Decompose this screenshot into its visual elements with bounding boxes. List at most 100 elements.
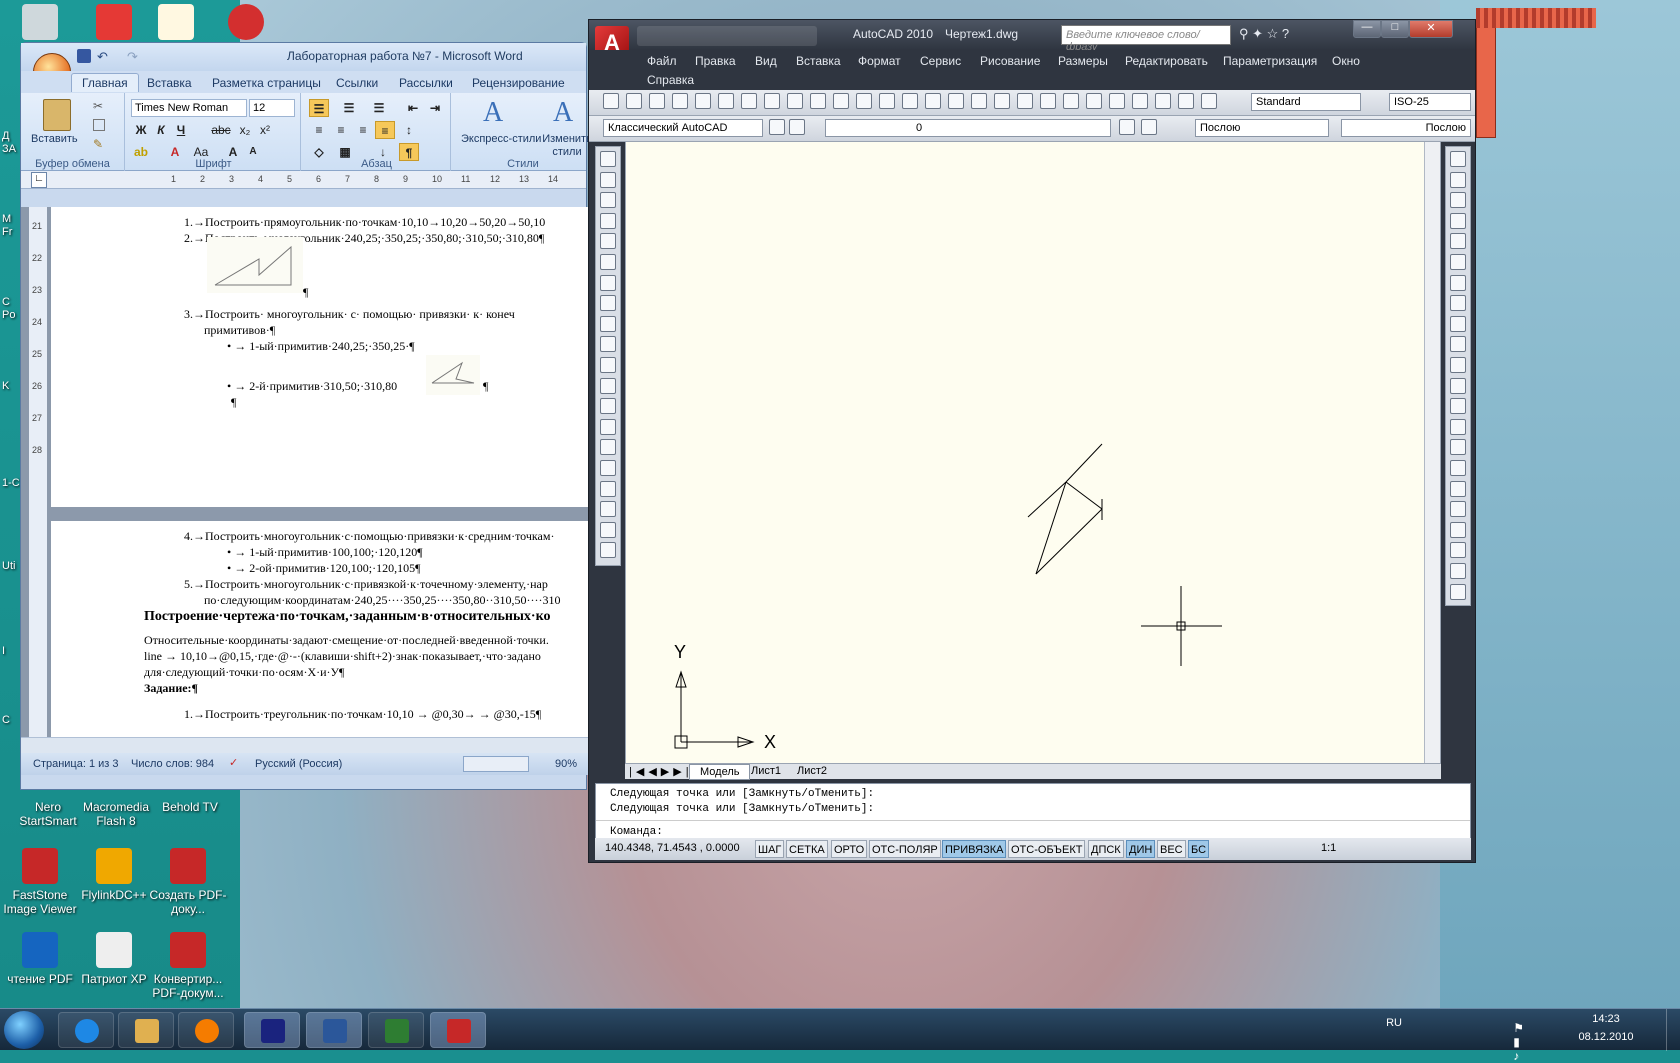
menu-view[interactable]: Вид (755, 54, 777, 68)
status-toggle-button[interactable]: БС (1188, 840, 1210, 858)
font-name-select[interactable]: Times New Roman (131, 99, 247, 117)
modify-tool-icon[interactable] (1450, 212, 1466, 229)
tab-page-layout[interactable]: Разметка страницы (212, 76, 321, 90)
modify-tool-icon[interactable] (1450, 501, 1466, 518)
standard-tool-icon[interactable] (787, 93, 803, 109)
modify-tool-icon[interactable] (1450, 171, 1466, 188)
search-input[interactable]: Введите ключевое слово/фразу (1061, 25, 1231, 53)
taskbar-save[interactable] (244, 1012, 300, 1048)
subscript-button[interactable]: x₂ (235, 121, 255, 139)
standard-tool-icon[interactable] (1017, 93, 1033, 109)
view-buttons[interactable] (463, 756, 529, 772)
standard-tool-icon[interactable] (994, 93, 1010, 109)
change-styles-icon[interactable]: A (553, 97, 573, 129)
tab-selector-icon[interactable]: ∟ (31, 172, 47, 188)
status-toggle-button[interactable]: ОТС-ПОЛЯР (869, 840, 941, 858)
status-toggle-button[interactable]: ОТС-ОБЪЕКТ (1008, 840, 1086, 858)
menu-tools[interactable]: Сервис (920, 54, 961, 68)
modify-tool-icon[interactable] (1450, 336, 1466, 353)
layer-select[interactable]: 0 (825, 119, 1111, 137)
bold-button[interactable]: Ж (131, 121, 151, 139)
make-current-layer-icon[interactable] (1119, 119, 1135, 135)
status-toggle-button[interactable]: ОРТО (831, 840, 868, 858)
standard-tool-icon[interactable] (971, 93, 987, 109)
desktop-icon-flylink[interactable]: FlylinkDC++ (74, 848, 154, 902)
desktop-icon-create-pdf[interactable]: Создать PDF-доку... (148, 848, 228, 916)
modify-tool-icon[interactable] (1450, 233, 1466, 250)
draw-tool-icon[interactable] (600, 151, 616, 167)
standard-tool-icon[interactable] (1086, 93, 1102, 109)
status-toggle-button[interactable]: ДИН (1126, 840, 1156, 858)
font-size-select[interactable]: 12 (249, 99, 295, 117)
standard-tool-icon[interactable] (1132, 93, 1148, 109)
layer-previous-icon[interactable] (1141, 119, 1157, 135)
draw-tool-icon[interactable] (600, 212, 616, 229)
standard-tool-icon[interactable] (948, 93, 964, 109)
menu-window[interactable]: Окно (1332, 54, 1360, 68)
drawn-line[interactable] (1065, 481, 1103, 510)
modify-tool-icon[interactable] (1450, 583, 1466, 600)
document-area[interactable]: 21 22 23 24 25 26 27 28 1.→Построить·прямоуголь… (21, 207, 588, 737)
modify-tool-icon[interactable] (1450, 542, 1466, 559)
language-indicator[interactable]: RU (1386, 1017, 1402, 1029)
status-toggle-button[interactable]: ВЕС (1157, 840, 1186, 858)
modify-tool-icon[interactable] (1450, 563, 1466, 579)
draw-tool-icon[interactable] (600, 295, 616, 312)
modify-tool-icon[interactable] (1450, 192, 1466, 209)
drawn-line[interactable] (1065, 443, 1103, 483)
draw-tool-icon[interactable] (600, 418, 616, 435)
draw-tool-icon[interactable] (600, 542, 616, 559)
redo-icon[interactable]: ↷ (127, 49, 138, 65)
desktop-icon-pdf-converter[interactable]: Конвертир... PDF-докум... (148, 932, 228, 1000)
justify-icon[interactable]: ≡ (375, 121, 395, 139)
modify-tool-icon[interactable] (1450, 377, 1466, 394)
annotation-scale[interactable]: 1:1 (1321, 842, 1336, 854)
copy-icon[interactable] (93, 119, 105, 131)
tab-layout1[interactable]: Лист1 (745, 765, 787, 777)
tab-insert[interactable]: Вставка (147, 76, 192, 90)
superscript-button[interactable]: x² (255, 121, 275, 139)
modify-tool-icon[interactable] (1450, 439, 1466, 456)
command-prompt[interactable]: Команда: (610, 826, 663, 838)
draw-tool-icon[interactable] (600, 480, 616, 497)
show-desktop-button[interactable] (1666, 1009, 1680, 1051)
multilevel-list-icon[interactable]: ☰ (369, 99, 389, 117)
language[interactable]: Русский (Россия) (255, 758, 342, 770)
menu-help[interactable]: Справка (647, 73, 694, 87)
draw-tool-icon[interactable] (600, 460, 616, 476)
text-style-select[interactable]: Standard (1251, 93, 1361, 111)
paste-icon[interactable] (43, 99, 71, 131)
modify-tool-icon[interactable] (1450, 521, 1466, 538)
modify-tool-icon[interactable] (1450, 460, 1466, 476)
draw-tool-icon[interactable] (600, 398, 616, 415)
tab-references[interactable]: Ссылки (336, 76, 378, 90)
align-right-icon[interactable]: ≡ (353, 121, 373, 139)
taskbar-media[interactable] (178, 1012, 234, 1048)
workspace-settings-icon[interactable] (769, 119, 785, 135)
start-button[interactable] (4, 1011, 44, 1049)
help-toolbar-icons[interactable]: ⚲ ✦ ☆ ? (1239, 26, 1289, 42)
modify-tool-icon[interactable] (1450, 315, 1466, 332)
standard-tool-icon[interactable] (1040, 93, 1056, 109)
drawn-line[interactable] (1035, 508, 1103, 575)
coordinates-readout[interactable]: 140.4348, 71.4543 , 0.0000 (605, 842, 740, 854)
taskbar-terminal[interactable] (368, 1012, 424, 1048)
standard-tool-icon[interactable] (1109, 93, 1125, 109)
standard-tool-icon[interactable] (741, 93, 757, 109)
draw-tool-icon[interactable] (600, 171, 616, 188)
modify-tool-icon[interactable] (1450, 480, 1466, 497)
maximize-button[interactable]: □ (1381, 20, 1409, 38)
taskbar-explorer[interactable] (118, 1012, 174, 1048)
standard-tool-icon[interactable] (764, 93, 780, 109)
modify-tool-icon[interactable] (1450, 254, 1466, 270)
document-page-2[interactable]: 4.→Построить·многоугольник·с·помощью·при… (51, 521, 588, 737)
menu-modify[interactable]: Редактировать (1125, 54, 1208, 68)
line-spacing-icon[interactable]: ↕ (399, 121, 419, 139)
modify-tool-icon[interactable] (1450, 151, 1466, 167)
page-count[interactable]: Страница: 1 из 3 (33, 758, 119, 770)
standard-tool-icon[interactable] (1201, 93, 1217, 109)
clock-time[interactable]: 14:23 (1576, 1013, 1636, 1025)
status-toggle-button[interactable]: ПРИВЯЗКА (942, 840, 1007, 858)
strikethrough-button[interactable]: abc (211, 121, 231, 139)
draw-tool-icon[interactable] (600, 439, 616, 456)
